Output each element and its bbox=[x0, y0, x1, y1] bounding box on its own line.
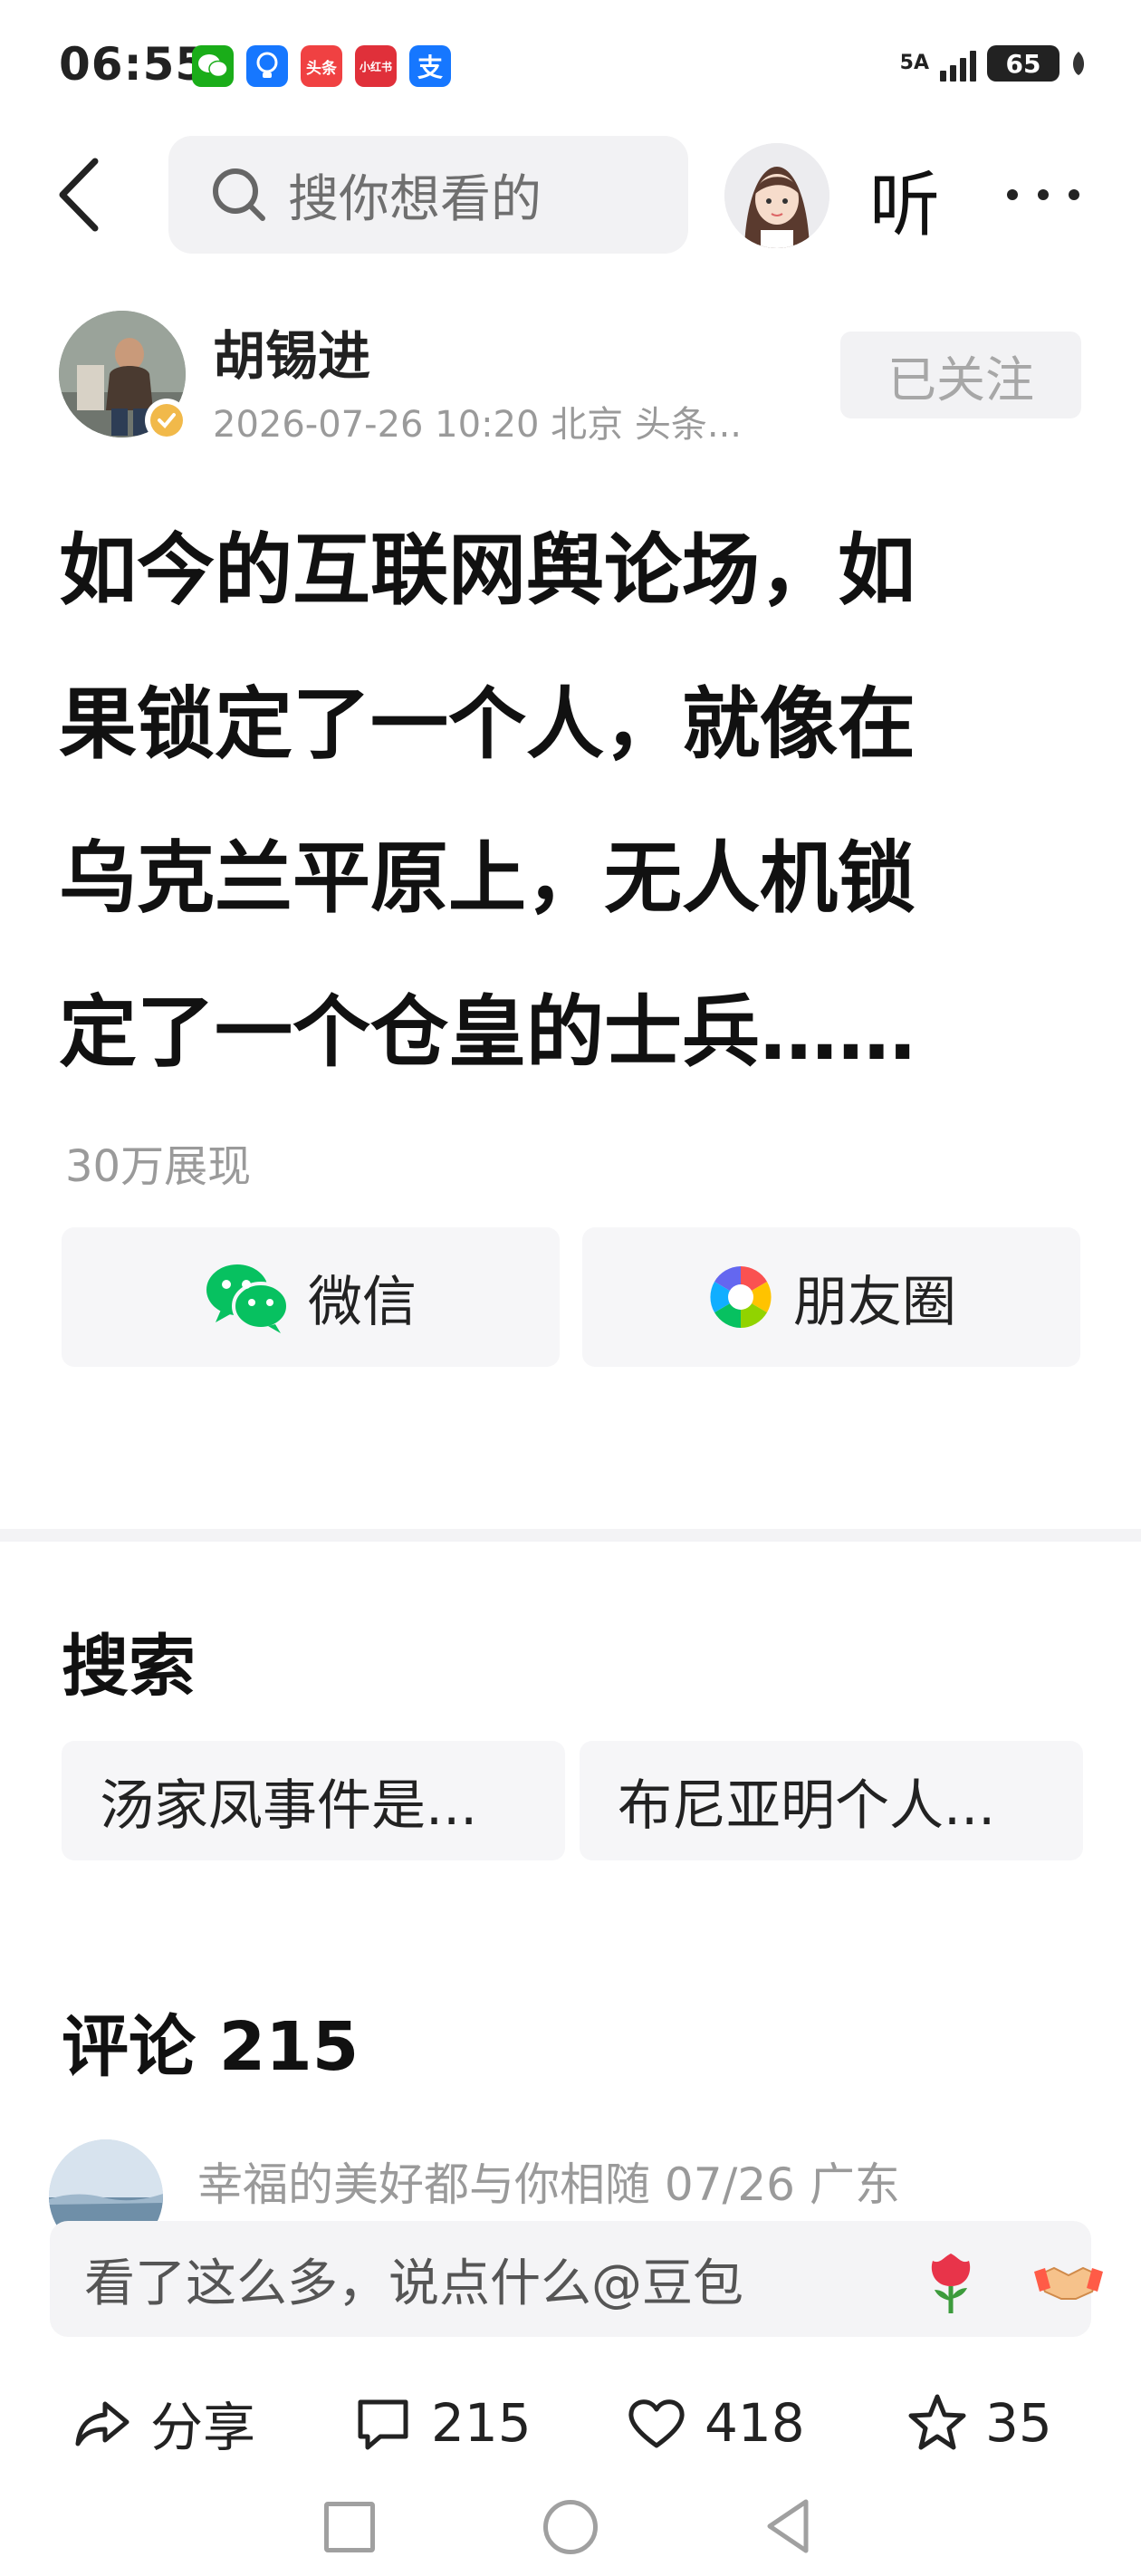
listen-button[interactable]: 听 bbox=[869, 149, 940, 250]
leaf-icon bbox=[1072, 52, 1085, 75]
share-moments-button[interactable]: 朋友圈 bbox=[582, 1227, 1080, 1367]
home-button[interactable] bbox=[543, 2500, 598, 2554]
top-bar: 搜你想看的 听 bbox=[0, 136, 1141, 254]
search-placeholder: 搜你想看的 bbox=[288, 169, 542, 229]
follow-button[interactable]: 已关注 bbox=[840, 332, 1081, 418]
like-count: 418 bbox=[705, 2392, 805, 2454]
verified-badge-icon bbox=[145, 399, 188, 442]
more-options-icon[interactable] bbox=[1007, 163, 1079, 226]
share-wechat-label: 微信 bbox=[308, 1270, 417, 1334]
notification-icons: 头条 小红书 支 bbox=[192, 45, 451, 87]
share-action[interactable]: 分享 bbox=[71, 2382, 255, 2464]
handshake-emoji-icon[interactable] bbox=[1032, 2244, 1105, 2317]
comment-count: 215 bbox=[431, 2392, 532, 2454]
status-bar: 06:55 头条 小红书 支 5A 65 bbox=[0, 0, 1141, 136]
toutiao-icon: 头条 bbox=[301, 45, 342, 87]
title-line: 乌克兰平原上，无人机锁 bbox=[59, 833, 916, 924]
post-meta: 2026-07-26 10:20 北京 头条... bbox=[213, 404, 743, 446]
status-indicators: 5A 65 bbox=[900, 45, 1087, 82]
post-title: 如今的互联网舆论场，如 果锁定了一个人，就像在 乌克兰平原上，无人机锁 定了一个… bbox=[59, 494, 1100, 1110]
comment-input-placeholder: 看了这么多，说点什么@豆包 bbox=[84, 2254, 743, 2313]
heart-icon bbox=[628, 2399, 685, 2448]
bulb-icon bbox=[246, 45, 288, 87]
like-action[interactable]: 418 bbox=[625, 2382, 805, 2464]
favorite-count: 35 bbox=[985, 2392, 1052, 2454]
related-search-chip[interactable]: 布尼亚明个人... bbox=[580, 1741, 1083, 1860]
signal-icon bbox=[940, 45, 976, 82]
comment-input[interactable]: 看了这么多，说点什么@豆包 bbox=[50, 2221, 1103, 2337]
share-wechat-button[interactable]: 微信 bbox=[62, 1227, 560, 1367]
title-line: 果锁定了一个人，就像在 bbox=[59, 679, 916, 770]
battery-icon: 65 bbox=[987, 45, 1060, 82]
author-name[interactable]: 胡锡进 bbox=[213, 313, 370, 389]
recent-apps-button[interactable] bbox=[324, 2502, 375, 2552]
search-input[interactable]: 搜你想看的 bbox=[168, 136, 688, 254]
network-label: 5A bbox=[899, 52, 929, 74]
comment-meta: 幸福的美好都与你相随 07/26 广东 bbox=[197, 2158, 900, 2211]
alipay-icon: 支 bbox=[409, 45, 451, 87]
xiaohongshu-icon: 小红书 bbox=[355, 45, 397, 87]
comment-action[interactable]: 215 bbox=[351, 2382, 532, 2464]
share-icon bbox=[75, 2401, 129, 2446]
moments-icon bbox=[710, 1266, 772, 1328]
wechat-icon bbox=[206, 1264, 290, 1333]
comment-icon bbox=[358, 2399, 408, 2450]
title-line: 如今的互联网舆论场，如 bbox=[59, 525, 916, 616]
system-back-icon[interactable] bbox=[761, 2496, 815, 2556]
share-moments-label: 朋友圈 bbox=[793, 1270, 956, 1334]
rose-emoji-icon[interactable] bbox=[915, 2244, 987, 2317]
assistant-avatar[interactable] bbox=[724, 143, 829, 248]
wechat-icon bbox=[192, 45, 234, 87]
related-search-chip[interactable]: 汤家凤事件是... bbox=[62, 1741, 565, 1860]
search-section-title: 搜索 bbox=[62, 1628, 196, 1706]
star-icon bbox=[908, 2394, 966, 2450]
status-time: 06:55 bbox=[59, 38, 208, 91]
back-arrow-icon[interactable] bbox=[50, 154, 113, 235]
share-action-label: 分享 bbox=[150, 2397, 256, 2458]
title-line: 定了一个仓皇的士兵…… bbox=[59, 987, 916, 1078]
favorite-action[interactable]: 35 bbox=[906, 2382, 1052, 2464]
search-icon bbox=[213, 168, 265, 221]
section-divider bbox=[0, 1529, 1141, 1542]
view-count: 30万展现 bbox=[65, 1141, 252, 1192]
comments-section-title: 评论 215 bbox=[62, 2008, 360, 2086]
